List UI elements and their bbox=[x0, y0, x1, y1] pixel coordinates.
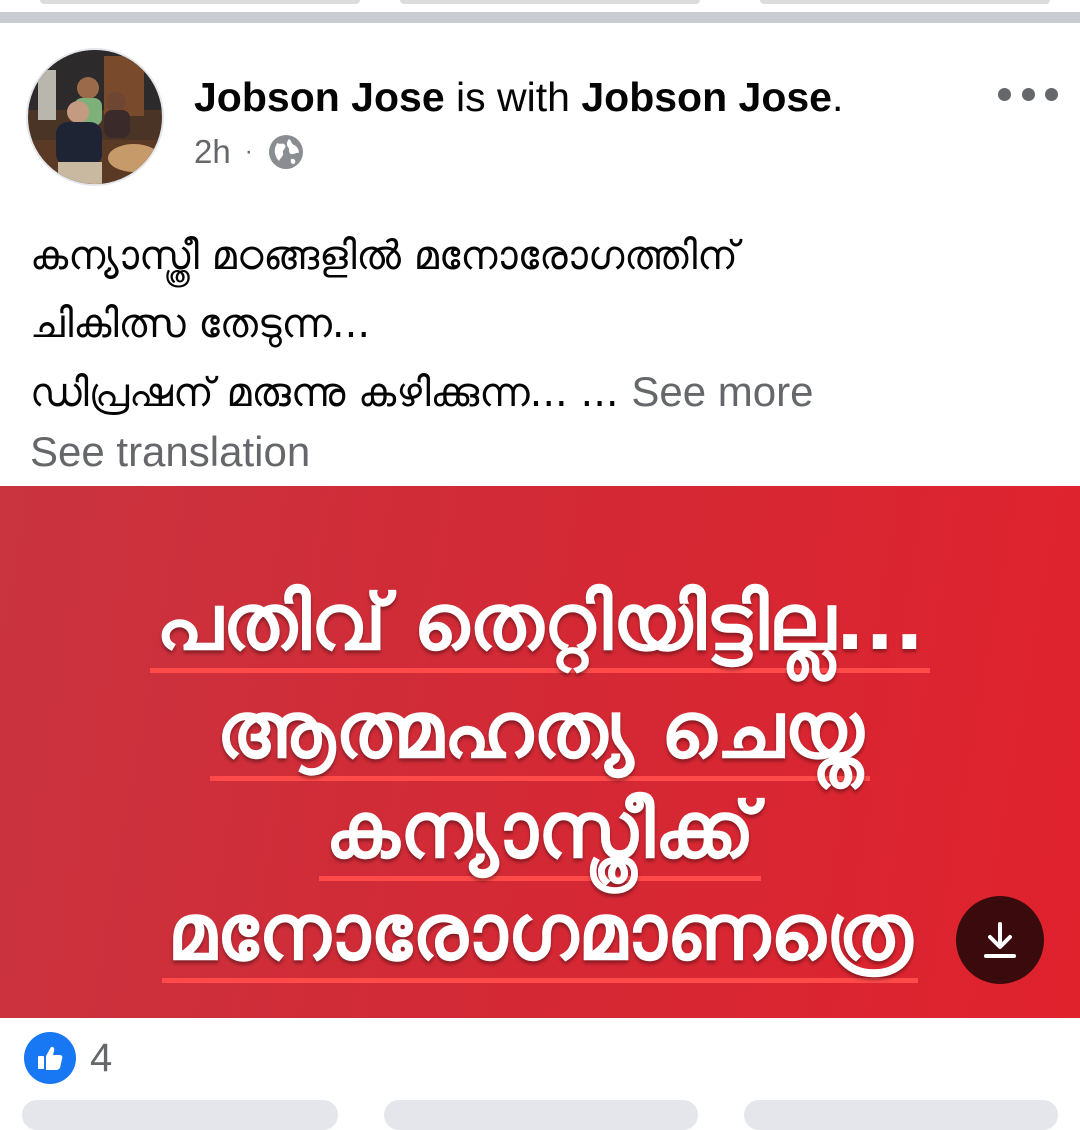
avatar-photo bbox=[28, 50, 162, 184]
post-timestamp[interactable]: 2h bbox=[194, 133, 231, 171]
with-text: is with bbox=[456, 74, 570, 120]
more-dot bbox=[998, 87, 1011, 101]
post-text-line: കന്യാസ്ത്രീ മഠങ്ങളിൽ മനോരോഗത്തിന് bbox=[30, 233, 738, 279]
author-name-link[interactable]: Jobson Jose bbox=[194, 74, 445, 120]
feed-divider bbox=[0, 12, 1080, 23]
post-text-line: ചികിത്സ തേടുന്ന... bbox=[30, 301, 371, 347]
image-text: പതിവ് തെറ്റിയിട്ടില്ല... bbox=[149, 578, 931, 673]
download-arrow-icon bbox=[984, 922, 1016, 958]
like-icon bbox=[24, 1032, 76, 1084]
image-text-line: കന്യാസ്ത്രീക്ക് bbox=[0, 786, 1080, 881]
reaction-count: 4 bbox=[90, 1035, 113, 1080]
image-text: മനോരോഗമാണത്രെ bbox=[161, 888, 919, 983]
post-text-line-with-more: ഡിപ്രഷന് മരുന്നു കഴിക്കുന്ന... ... See m… bbox=[30, 358, 1060, 427]
post-meta: 2h · bbox=[194, 130, 305, 174]
see-more-link[interactable]: See more bbox=[631, 368, 813, 415]
action-button-pill[interactable] bbox=[22, 1100, 338, 1130]
action-button-pill[interactable] bbox=[384, 1100, 698, 1130]
meta-separator: · bbox=[244, 138, 253, 165]
see-translation-link[interactable]: See translation bbox=[30, 428, 310, 476]
tagged-name-link[interactable]: Jobson Jose bbox=[581, 74, 832, 120]
post-header-title: Jobson Jose is with Jobson Jose. bbox=[194, 72, 843, 122]
post-text-line: ഡിപ്രഷന് മരുന്നു കഴിക്കുന്ന... ... bbox=[30, 370, 619, 416]
reactions-summary[interactable]: 4 bbox=[24, 1032, 112, 1084]
action-button-pill[interactable] bbox=[744, 1100, 1058, 1130]
previous-action-pill bbox=[400, 0, 700, 4]
author-avatar[interactable] bbox=[26, 48, 164, 186]
previous-post-edge bbox=[0, 0, 1080, 12]
image-text-line: പതിവ് തെറ്റിയിട്ടില്ല... bbox=[0, 578, 1080, 673]
more-dot bbox=[1021, 87, 1035, 101]
thumbs-up-icon bbox=[38, 1046, 63, 1070]
image-text-line: മനോരോഗമാണത്രെ bbox=[0, 888, 1080, 983]
post-text: കന്യാസ്ത്രീ മഠങ്ങളിൽ മനോരോഗത്തിന് ചികിത്… bbox=[30, 222, 1060, 427]
image-text-line: ആത്മഹത്യ ചെയ്ത bbox=[0, 686, 1080, 781]
image-text: ആത്മഹത്യ ചെയ്ത bbox=[210, 686, 870, 781]
download-icon[interactable] bbox=[956, 896, 1044, 984]
more-options-icon[interactable] bbox=[998, 76, 1058, 112]
globe-icon bbox=[268, 135, 303, 169]
image-text: കന്യാസ്ത്രീക്ക് bbox=[319, 786, 761, 881]
previous-action-pill bbox=[760, 0, 1050, 4]
more-dot bbox=[1045, 87, 1058, 101]
previous-action-pill bbox=[40, 0, 360, 4]
post-image[interactable]: പതിവ് തെറ്റിയിട്ടില്ല... ആത്മഹത്യ ചെയ്ത … bbox=[0, 486, 1080, 1018]
period: . bbox=[831, 74, 844, 120]
